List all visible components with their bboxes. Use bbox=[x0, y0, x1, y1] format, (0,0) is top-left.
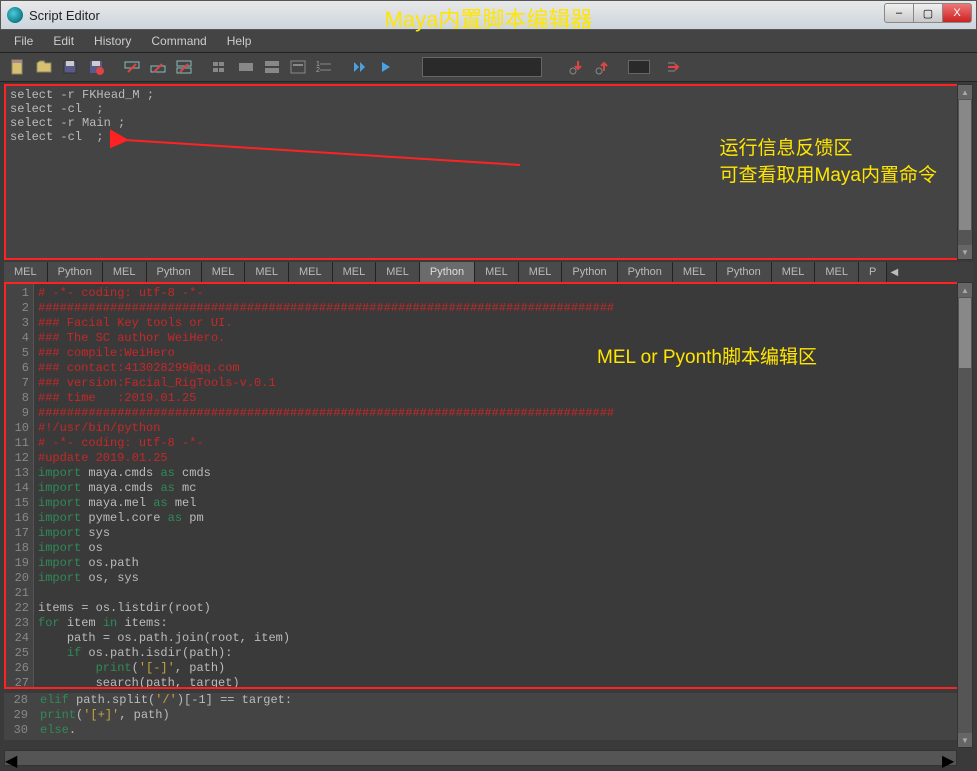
echo-icon[interactable] bbox=[286, 55, 310, 79]
tab-mel-14[interactable]: MEL bbox=[673, 262, 717, 282]
output-scrollbar-v[interactable]: ▲ ▼ bbox=[957, 84, 973, 260]
input-icon[interactable] bbox=[234, 55, 258, 79]
toolbar: 12 bbox=[0, 52, 977, 82]
menubar: FileEditHistoryCommand Help bbox=[0, 30, 977, 52]
tab-mel-7[interactable]: MEL bbox=[333, 262, 377, 282]
close-button[interactable]: X bbox=[942, 3, 972, 23]
output-panel[interactable]: select -r FKHead_M ; select -cl ; select… bbox=[4, 84, 973, 260]
replace-field[interactable] bbox=[628, 60, 650, 74]
execute-icon[interactable] bbox=[374, 55, 398, 79]
history-icon[interactable] bbox=[208, 55, 232, 79]
tab-mel-11[interactable]: MEL bbox=[519, 262, 563, 282]
open-script-icon[interactable] bbox=[32, 55, 56, 79]
tab-mel-0[interactable]: MEL bbox=[4, 262, 48, 282]
scroll-left-icon[interactable]: ◀ bbox=[5, 751, 19, 765]
save-to-shelf-icon[interactable] bbox=[84, 55, 108, 79]
tab-p-18[interactable]: P bbox=[859, 262, 887, 282]
new-script-icon[interactable] bbox=[6, 55, 30, 79]
scroll-up-icon[interactable]: ▲ bbox=[958, 283, 972, 297]
search-up-icon[interactable] bbox=[592, 55, 616, 79]
scroll-up-icon[interactable]: ▲ bbox=[958, 85, 972, 99]
minimize-button[interactable]: – bbox=[884, 3, 914, 23]
scroll-down-icon[interactable]: ▼ bbox=[958, 245, 972, 259]
scroll-thumb[interactable] bbox=[959, 100, 971, 230]
scroll-right-icon[interactable]: ▶ bbox=[942, 751, 956, 765]
tab-mel-10[interactable]: MEL bbox=[475, 262, 519, 282]
script-tabs: MELPythonMELPythonMELMELMELMELMELPythonM… bbox=[4, 262, 973, 282]
save-script-icon[interactable] bbox=[58, 55, 82, 79]
tab-python-13[interactable]: Python bbox=[618, 262, 673, 282]
menu-history[interactable]: History bbox=[86, 32, 139, 50]
tab-mel-8[interactable]: MEL bbox=[376, 262, 420, 282]
scroll-down-icon[interactable]: ▼ bbox=[958, 733, 972, 747]
window-title: Script Editor bbox=[29, 8, 100, 23]
both-icon[interactable] bbox=[260, 55, 284, 79]
search-input[interactable] bbox=[422, 57, 542, 77]
tab-mel-6[interactable]: MEL bbox=[289, 262, 333, 282]
tab-scroll-icon[interactable]: ◀ bbox=[887, 262, 901, 282]
editor-overflow[interactable]: 282930 elif path.split('/')[-1] == targe… bbox=[4, 693, 973, 740]
tab-mel-17[interactable]: MEL bbox=[815, 262, 859, 282]
tab-mel-2[interactable]: MEL bbox=[103, 262, 147, 282]
menu-command[interactable]: Command bbox=[143, 32, 214, 50]
line-gutter: 1234567891011121314151617181920212223242… bbox=[6, 284, 34, 687]
menu-file[interactable]: File bbox=[6, 32, 41, 50]
execute-all-icon[interactable] bbox=[348, 55, 372, 79]
editor-scrollbar-h[interactable]: ◀ ▶ bbox=[4, 750, 957, 766]
code-text[interactable]: # -*- coding: utf-8 -*-#################… bbox=[34, 284, 971, 687]
clear-history-icon[interactable] bbox=[120, 55, 144, 79]
tab-mel-4[interactable]: MEL bbox=[202, 262, 246, 282]
goto-line-icon[interactable] bbox=[662, 55, 686, 79]
menu-help[interactable]: Help bbox=[219, 32, 260, 50]
maximize-button[interactable]: ▢ bbox=[913, 3, 943, 23]
tab-python-1[interactable]: Python bbox=[48, 262, 103, 282]
tab-mel-16[interactable]: MEL bbox=[772, 262, 816, 282]
tab-python-12[interactable]: Python bbox=[562, 262, 617, 282]
search-down-icon[interactable] bbox=[566, 55, 590, 79]
clear-input-icon[interactable] bbox=[146, 55, 170, 79]
menu-edit[interactable]: Edit bbox=[45, 32, 82, 50]
app-icon bbox=[7, 7, 23, 23]
output-text: select -r FKHead_M ; select -cl ; select… bbox=[6, 86, 971, 146]
editor-scrollbar-v[interactable]: ▲ ▼ bbox=[957, 282, 973, 748]
scroll-thumb[interactable] bbox=[19, 751, 419, 763]
editor-panel[interactable]: 1234567891011121314151617181920212223242… bbox=[4, 282, 973, 689]
scroll-thumb[interactable] bbox=[959, 298, 971, 368]
tab-mel-5[interactable]: MEL bbox=[245, 262, 289, 282]
tab-python-9[interactable]: Python bbox=[420, 262, 475, 282]
clear-all-icon[interactable] bbox=[172, 55, 196, 79]
svg-text:2: 2 bbox=[316, 67, 320, 74]
window-titlebar[interactable]: Script Editor – ▢ X bbox=[0, 0, 977, 30]
tab-python-15[interactable]: Python bbox=[717, 262, 772, 282]
line-numbers-icon[interactable]: 12 bbox=[312, 55, 336, 79]
tab-python-3[interactable]: Python bbox=[147, 262, 202, 282]
